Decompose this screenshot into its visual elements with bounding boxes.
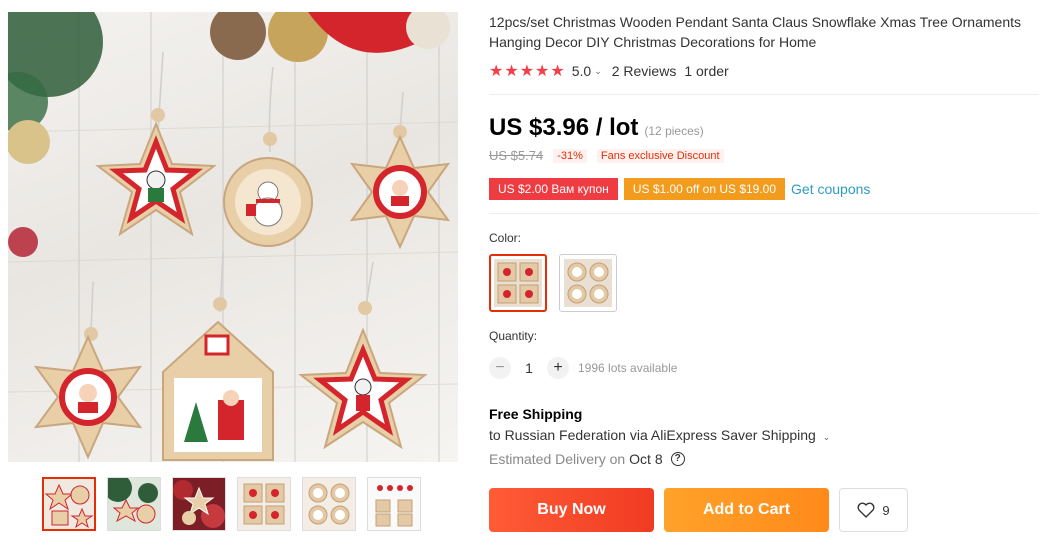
shipping-destination[interactable]: to Russian Federation via AliExpress Sav… — [489, 427, 830, 443]
thumbnail-5[interactable] — [302, 477, 356, 531]
discount-row: US $5.74 -31% Fans exclusive Discount — [489, 148, 724, 163]
discount-badge: -31% — [553, 148, 587, 163]
rating-row: ★★★★★ 5.0 ⌄ 2 Reviews 1 order — [489, 62, 729, 80]
thumbnail-4[interactable] — [237, 477, 291, 531]
thumbnail-6[interactable] — [367, 477, 421, 531]
estimated-delivery: Estimated Delivery on Oct 8 ? — [489, 451, 685, 467]
fans-discount-badge: Fans exclusive Discount — [596, 148, 724, 163]
thumbnail-3[interactable] — [172, 477, 226, 531]
shipping-title: Free Shipping — [489, 406, 583, 422]
coupon-row: US $2.00 Вам купон US $1.00 off on US $1… — [489, 178, 870, 200]
pieces-count: (12 pieces) — [644, 124, 704, 138]
main-product-image[interactable] — [8, 12, 458, 462]
orders-count: 1 order — [684, 63, 729, 79]
buy-now-button[interactable]: Buy Now — [489, 488, 654, 532]
heart-icon — [857, 502, 875, 518]
coupon-2[interactable]: US $1.00 off on US $19.00 — [623, 178, 786, 200]
thumbnail-2[interactable] — [107, 477, 161, 531]
quantity-input[interactable]: 1 — [511, 360, 547, 376]
decrease-quantity-button[interactable]: − — [489, 357, 511, 379]
current-price: US $3.96 / lot — [489, 114, 639, 141]
original-price: US $5.74 — [489, 148, 544, 163]
lots-available: 1996 lots available — [578, 361, 678, 375]
reviews-link[interactable]: 2 Reviews — [612, 63, 677, 79]
product-title-line-1: 12pcs/set Christmas Wooden Pendant Santa… — [489, 14, 1022, 30]
coupon-1[interactable]: US $2.00 Вам купон — [489, 178, 618, 200]
product-title-line-2: Hanging Decor DIY Christmas Decorations … — [489, 34, 817, 50]
thumbnail-1[interactable] — [42, 477, 96, 531]
delivery-date: Oct 8 — [629, 451, 663, 467]
rating-stars-icon: ★★★★★ — [489, 63, 566, 80]
add-to-cart-button[interactable]: Add to Cart — [664, 488, 829, 532]
rating-value[interactable]: 5.0 — [572, 63, 591, 79]
wishlist-count: 9 — [882, 502, 890, 518]
divider — [489, 94, 1039, 95]
product-title: 12pcs/set Christmas Wooden Pendant Santa… — [489, 12, 1039, 52]
color-option-2[interactable] — [559, 254, 617, 312]
help-icon[interactable]: ? — [670, 452, 685, 466]
delivery-prefix: Estimated Delivery on — [489, 451, 626, 467]
chevron-down-icon: ⌄ — [822, 432, 831, 442]
color-label: Color: — [489, 231, 522, 245]
chevron-down-icon[interactable]: ⌄ — [594, 66, 602, 77]
divider — [489, 213, 1039, 214]
color-option-1[interactable] — [489, 254, 547, 312]
ornaments-photo — [8, 12, 458, 461]
get-coupons-link[interactable]: Get coupons — [791, 181, 870, 197]
wishlist-button[interactable]: 9 — [839, 488, 908, 532]
shipping-destination-text: to Russian Federation via AliExpress Sav… — [489, 427, 816, 443]
price-row: US $3.96 / lot (12 pieces) — [489, 114, 704, 142]
increase-quantity-button[interactable]: + — [547, 357, 569, 379]
quantity-stepper: − 1 + 1996 lots available — [489, 357, 677, 379]
quantity-label: Quantity: — [489, 329, 538, 343]
